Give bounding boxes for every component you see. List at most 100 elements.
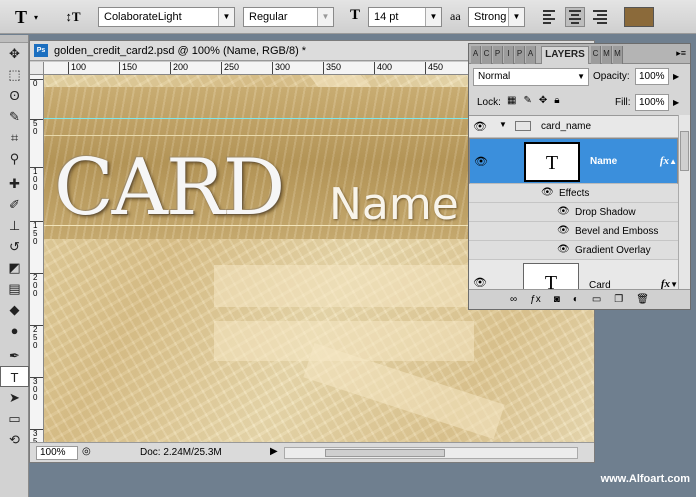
new-layer-icon[interactable]: ❐: [614, 294, 623, 305]
panel-tab-collapsed[interactable]: P: [515, 46, 525, 64]
panel-tab-collapsed[interactable]: I: [504, 46, 514, 64]
lock-all-icon[interactable]: 🔒︎: [554, 95, 559, 106]
expand-effects-icon[interactable]: ▼: [670, 280, 678, 289]
ruler-tick: 3 5 0: [30, 429, 43, 442]
type-tool-icon[interactable]: T: [0, 366, 29, 387]
ruler-origin[interactable]: [30, 62, 44, 75]
visibility-eye-icon[interactable]: 👁︎: [557, 225, 570, 236]
effects-header-row[interactable]: 👁︎ Effects: [469, 184, 678, 203]
font-size-select[interactable]: 14 pt ▼: [368, 7, 442, 27]
status-menu-arrow-icon[interactable]: ▶: [270, 446, 278, 457]
vertical-ruler[interactable]: 0 5 0 1 0 0 1 5 0 2 0 0 2 5 0 3 0 0 3 5 …: [30, 75, 44, 442]
clone-stamp-tool-icon[interactable]: ⊥: [0, 215, 29, 236]
add-style-icon[interactable]: ƒx: [530, 294, 541, 305]
panel-menu-icon[interactable]: ▸≡: [676, 48, 686, 59]
chevron-down-icon[interactable]: ▼: [577, 72, 585, 81]
tab-layers[interactable]: LAYERS: [541, 46, 589, 64]
lock-transparency-icon[interactable]: ▦: [507, 95, 516, 106]
font-style-select[interactable]: Regular ▼: [243, 7, 334, 27]
path-select-tool-icon[interactable]: ➤: [0, 387, 29, 408]
opacity-slider-arrow-icon[interactable]: ▶: [673, 72, 679, 81]
add-mask-icon[interactable]: ◙: [554, 294, 560, 305]
visibility-eye-icon[interactable]: 👁︎: [473, 120, 487, 133]
card-text-layer[interactable]: CARD: [54, 143, 285, 233]
align-left-button[interactable]: [540, 7, 560, 27]
ruler-tick: 350: [323, 62, 341, 74]
fx-icon[interactable]: fx: [661, 278, 670, 289]
scroll-thumb[interactable]: [325, 449, 445, 457]
layer-name[interactable]: Name: [590, 156, 617, 167]
lasso-tool-icon[interactable]: ʘ: [0, 85, 29, 106]
spot-heal-tool-icon[interactable]: ✚: [0, 173, 29, 194]
move-tool-icon[interactable]: ✥: [0, 43, 29, 64]
panel-tab-collapsed[interactable]: C: [482, 46, 492, 64]
rectangle-tool-icon[interactable]: ▭: [0, 408, 29, 429]
pen-tool-icon[interactable]: ✒: [0, 345, 29, 366]
visibility-eye-icon[interactable]: 👁︎: [557, 244, 570, 255]
chevron-down-icon[interactable]: ▼: [425, 8, 441, 26]
blend-mode-select[interactable]: Normal ▼: [473, 68, 589, 86]
preset-dropdown-arrow-icon[interactable]: ▾: [34, 13, 38, 22]
new-group-icon[interactable]: ▭: [592, 294, 601, 305]
gradient-tool-icon[interactable]: ▤: [0, 278, 29, 299]
ruler-tick: 1 0 0: [30, 167, 43, 192]
panel-tab-collapsed[interactable]: P: [493, 46, 503, 64]
panel-tab-collapsed[interactable]: M: [602, 46, 612, 64]
layers-scrollbar[interactable]: [678, 115, 690, 289]
trash-icon[interactable]: 🗑︎: [636, 294, 649, 305]
chevron-down-icon[interactable]: ▼: [508, 8, 524, 26]
layer-row-name[interactable]: 👁︎ T Name fx ▲: [469, 138, 678, 184]
panel-tab-collapsed[interactable]: A: [471, 46, 481, 64]
brush-tool-icon[interactable]: ✐: [0, 194, 29, 215]
antialias-select[interactable]: Strong ▼: [468, 7, 525, 27]
horizontal-scrollbar[interactable]: [284, 447, 578, 459]
layer-name[interactable]: Card: [589, 280, 611, 289]
effect-name: Bevel and Emboss: [575, 226, 659, 237]
fill-field[interactable]: 100%: [635, 94, 669, 111]
toggle-text-orientation-button[interactable]: ↕T: [62, 6, 84, 28]
panel-grip[interactable]: [0, 35, 28, 43]
link-layers-icon[interactable]: ∞: [510, 294, 517, 305]
effect-row-bevel-emboss[interactable]: 👁︎ Bevel and Emboss: [469, 222, 678, 241]
visibility-eye-icon[interactable]: 👁︎: [541, 187, 554, 198]
group-expand-icon[interactable]: ▼: [499, 120, 507, 129]
visibility-eye-icon[interactable]: 👁︎: [474, 155, 488, 168]
align-center-button[interactable]: [565, 7, 585, 27]
layer-group-row[interactable]: 👁︎ ▼ card_name: [469, 116, 678, 138]
visibility-eye-icon[interactable]: 👁︎: [473, 276, 487, 289]
dodge-tool-icon[interactable]: ●: [0, 320, 29, 341]
status-info-icon[interactable]: ◎: [82, 446, 91, 457]
visibility-eye-icon[interactable]: 👁︎: [557, 206, 570, 217]
lock-position-icon[interactable]: ✥: [539, 95, 547, 106]
fill-slider-arrow-icon[interactable]: ▶: [673, 98, 679, 107]
scroll-thumb[interactable]: [680, 131, 689, 171]
fx-icon[interactable]: fx: [660, 155, 669, 167]
blur-tool-icon[interactable]: ◆: [0, 299, 29, 320]
eyedropper-tool-icon[interactable]: ⚲: [0, 148, 29, 169]
zoom-field[interactable]: 100%: [36, 446, 78, 460]
type-tool-preset-button[interactable]: T: [8, 5, 34, 29]
name-text-layer[interactable]: Name: [329, 179, 459, 230]
chevron-down-icon[interactable]: ▼: [218, 8, 234, 26]
collapse-effects-icon[interactable]: ▲: [669, 157, 677, 166]
quick-select-tool-icon[interactable]: ✎: [0, 106, 29, 127]
panel-tab-collapsed[interactable]: A: [526, 46, 536, 64]
text-color-swatch[interactable]: [624, 7, 654, 27]
align-right-button[interactable]: [590, 7, 610, 27]
lock-pixels-icon[interactable]: ✎: [523, 95, 531, 106]
chevron-down-icon[interactable]: ▼: [317, 8, 333, 26]
history-brush-tool-icon[interactable]: ↺: [0, 236, 29, 257]
panel-tab-collapsed[interactable]: C: [591, 46, 601, 64]
3d-rotate-tool-icon[interactable]: ⟲: [0, 429, 29, 450]
adjustment-layer-icon[interactable]: ◐: [573, 294, 579, 305]
crop-tool-icon[interactable]: ⌗: [0, 127, 29, 148]
panel-tab-collapsed[interactable]: M: [613, 46, 623, 64]
marquee-tool-icon[interactable]: ⬚: [0, 64, 29, 85]
effect-row-gradient-overlay[interactable]: 👁︎ Gradient Overlay: [469, 241, 678, 260]
layer-thumbnail: T: [524, 142, 580, 182]
layer-row-card[interactable]: 👁︎ T Card fx ▼: [469, 260, 678, 289]
font-family-select[interactable]: ColaborateLight ▼: [98, 7, 235, 27]
effect-row-drop-shadow[interactable]: 👁︎ Drop Shadow: [469, 203, 678, 222]
eraser-tool-icon[interactable]: ◩: [0, 257, 29, 278]
opacity-field[interactable]: 100%: [635, 68, 669, 85]
